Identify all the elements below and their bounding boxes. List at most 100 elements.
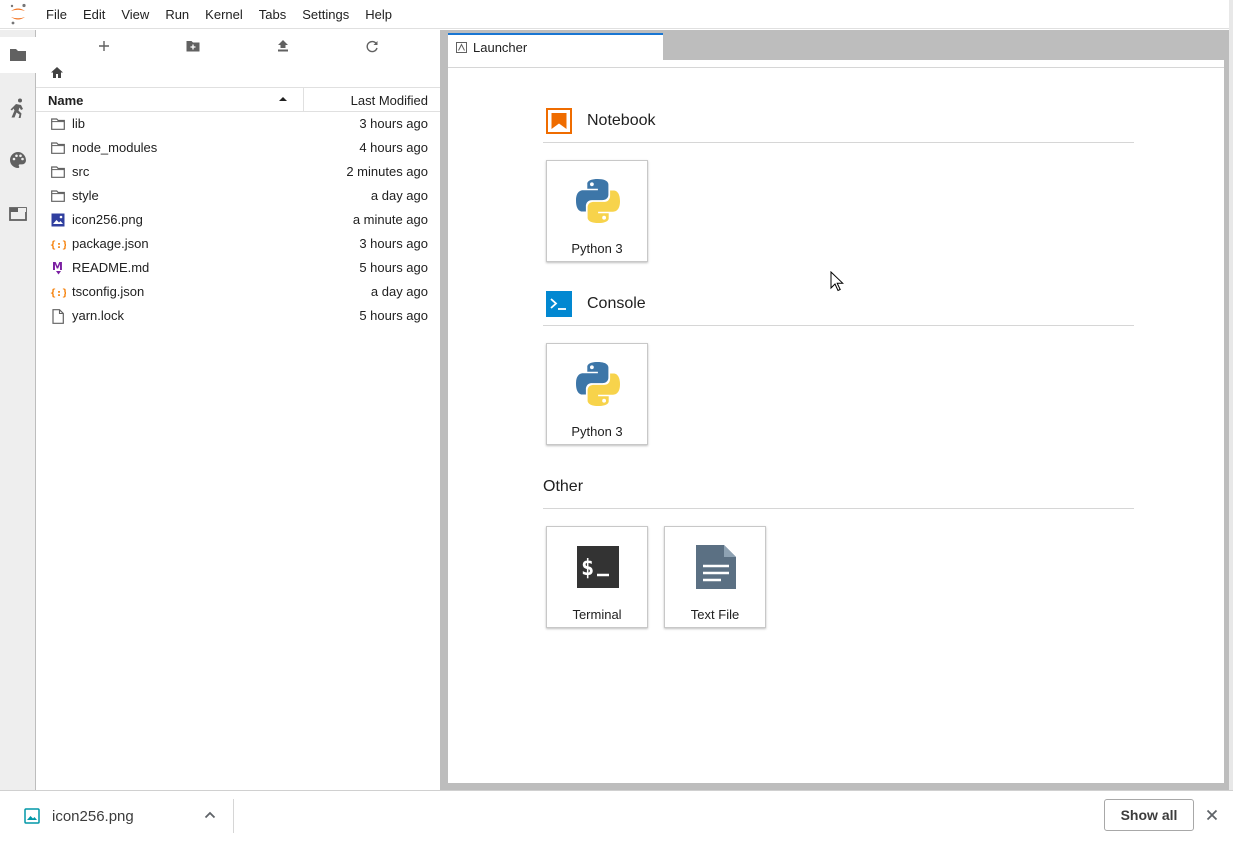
- download-separator: [233, 799, 234, 833]
- python-icon: [572, 175, 624, 227]
- text-file-icon: [690, 541, 742, 593]
- json-file-icon: {:}: [50, 236, 66, 252]
- file-row-tsconfig[interactable]: {:} tsconfig.json a day ago: [36, 280, 440, 304]
- file-name: node_modules: [72, 140, 158, 155]
- palette-icon: [10, 152, 26, 168]
- file-row-style[interactable]: style a day ago: [36, 184, 440, 208]
- open-tabs-tab[interactable]: [0, 196, 36, 232]
- terminal-icon: $: [572, 541, 624, 593]
- mouse-cursor-icon: [830, 271, 844, 292]
- image-file-icon: [24, 808, 40, 824]
- sort-ascending-icon[interactable]: [278, 94, 288, 104]
- file-row-readme[interactable]: M README.md 5 hours ago: [36, 256, 440, 280]
- file-modified: 3 hours ago: [359, 236, 428, 251]
- panel-splitter[interactable]: [440, 30, 448, 790]
- file-name: lib: [72, 116, 86, 131]
- menu-run[interactable]: Run: [157, 0, 197, 29]
- folder-icon: [50, 188, 66, 204]
- launcher-panel: Notebook Python 3 Console Python 3 Other: [448, 60, 1224, 783]
- name-column-header[interactable]: Name: [48, 93, 83, 108]
- file-name: package.json: [72, 236, 149, 251]
- file-name: src: [72, 164, 90, 179]
- refresh-button[interactable]: [360, 36, 384, 56]
- section-title-other: Other: [543, 478, 584, 495]
- close-download-bar-button[interactable]: [1203, 806, 1221, 824]
- upload-button[interactable]: [271, 36, 295, 56]
- launcher-icon: [456, 42, 467, 53]
- folder-icon: [50, 164, 66, 180]
- file-name: README.md: [72, 260, 150, 275]
- file-modified: 2 minutes ago: [346, 164, 428, 179]
- refresh-icon: [366, 40, 378, 52]
- file-name: tsconfig.json: [72, 284, 145, 299]
- section-divider: [543, 325, 1134, 326]
- file-browser-tab[interactable]: [0, 37, 36, 73]
- file-modified: a day ago: [370, 284, 428, 299]
- column-divider[interactable]: [303, 88, 304, 112]
- file-browser: Name Last Modified lib 3 hours ago node_…: [36, 30, 440, 790]
- svg-text:{:}: {:}: [50, 240, 66, 251]
- notebook-section-icon: [546, 108, 572, 134]
- tab-bar: Launcher: [448, 33, 1229, 60]
- tabs-icon: [9, 207, 27, 221]
- file-browser-toolbar: [36, 30, 440, 60]
- menu-bar: File Edit View Run Kernel Tabs Settings …: [0, 0, 1233, 29]
- tab-launcher[interactable]: Launcher: [448, 33, 663, 60]
- image-file-icon: [50, 212, 66, 228]
- menu-file[interactable]: File: [36, 0, 75, 29]
- upload-icon: [278, 40, 288, 52]
- panel-divider: [448, 67, 1224, 68]
- menu-settings[interactable]: Settings: [294, 0, 357, 29]
- section-title-notebook: Notebook: [587, 112, 656, 129]
- new-folder-icon: [186, 41, 200, 52]
- show-all-button[interactable]: Show all: [1104, 799, 1194, 831]
- new-folder-button[interactable]: [181, 36, 205, 56]
- running-sessions-tab[interactable]: [0, 90, 36, 126]
- folder-icon: [50, 116, 66, 132]
- window-edge: [1229, 0, 1233, 842]
- themes-tab[interactable]: [0, 142, 36, 178]
- file-modified: 4 hours ago: [359, 140, 428, 155]
- tab-label: Launcher: [473, 40, 528, 55]
- new-launcher-icon: [99, 41, 109, 51]
- svg-text:{:}: {:}: [50, 288, 66, 299]
- file-row-yarn-lock[interactable]: yarn.lock 5 hours ago: [36, 304, 440, 328]
- file-modified: 5 hours ago: [359, 308, 428, 323]
- menu-help[interactable]: Help: [357, 0, 400, 29]
- home-icon[interactable]: [50, 66, 64, 79]
- python-icon: [572, 358, 624, 410]
- notebook-python3-card[interactable]: Python 3: [546, 160, 648, 262]
- activity-bar: [0, 30, 36, 790]
- menu-tabs[interactable]: Tabs: [251, 0, 294, 29]
- file-name: yarn.lock: [72, 308, 125, 323]
- folder-icon: [9, 49, 26, 61]
- console-python3-card[interactable]: Python 3: [546, 343, 648, 445]
- menu-kernel[interactable]: Kernel: [197, 0, 251, 29]
- new-launcher-button[interactable]: [92, 36, 116, 56]
- file-row-node-modules[interactable]: node_modules 4 hours ago: [36, 136, 440, 160]
- modified-column-header[interactable]: Last Modified: [351, 93, 428, 108]
- console-section-icon: [546, 291, 572, 317]
- file-list: lib 3 hours ago node_modules 4 hours ago…: [36, 112, 440, 328]
- menu-edit[interactable]: Edit: [75, 0, 113, 29]
- file-row-package-json[interactable]: {:} package.json 3 hours ago: [36, 232, 440, 256]
- download-item[interactable]: icon256.png: [0, 791, 234, 842]
- file-row-src[interactable]: src 2 minutes ago: [36, 160, 440, 184]
- file-row-icon256[interactable]: icon256.png a minute ago: [36, 208, 440, 232]
- markdown-file-icon: M: [50, 260, 66, 276]
- terminal-card[interactable]: $ Terminal: [546, 526, 648, 628]
- download-file-name: icon256.png: [52, 808, 134, 825]
- svg-text:$: $: [581, 556, 594, 581]
- text-file-card[interactable]: Text File: [664, 526, 766, 628]
- file-row-lib[interactable]: lib 3 hours ago: [36, 112, 440, 136]
- file-modified: a day ago: [370, 188, 428, 203]
- section-divider: [543, 142, 1134, 143]
- jupyter-logo-icon[interactable]: [0, 0, 36, 29]
- file-name: icon256.png: [72, 212, 143, 227]
- section-title-console: Console: [587, 295, 646, 312]
- menu-view[interactable]: View: [113, 0, 157, 29]
- close-icon: [1206, 809, 1218, 821]
- card-label: Terminal: [572, 607, 622, 622]
- generic-file-icon: [50, 308, 66, 324]
- chevron-up-icon[interactable]: [204, 810, 216, 820]
